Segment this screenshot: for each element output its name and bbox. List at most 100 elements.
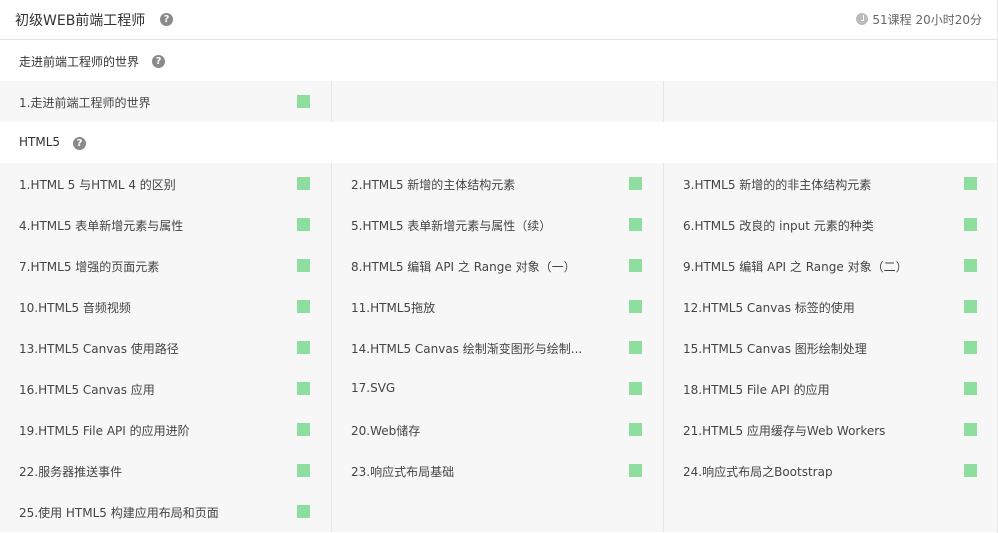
status-square-icon: [297, 505, 310, 518]
lesson-item[interactable]: 22.服务器推送事件: [0, 450, 332, 491]
course-title: 初级WEB前端工程师: [15, 13, 146, 29]
lesson-item[interactable]: 10.HTML5 音频视频: [0, 286, 332, 327]
lesson-title: 3.HTML5 新增的的非主体结构元素: [683, 178, 872, 192]
course-meta: 51课程 20小时20分: [856, 11, 982, 28]
status-square-icon: [297, 95, 310, 108]
lesson-row: 19.HTML5 File API 的应用进阶 20.Web储存 21.HTML5 …: [0, 409, 998, 450]
lesson-title: 5.HTML5 表单新增元素与属性（续）: [351, 219, 552, 233]
lesson-title: 8.HTML5 编辑 API 之 Range 对象（一）: [351, 260, 576, 274]
course-header: 初级WEB前端工程师 ? 51课程 20小时20分: [0, 0, 998, 40]
lesson-item[interactable]: 11.HTML5拖放: [332, 286, 664, 327]
status-square-icon: [629, 300, 642, 313]
lesson-title: 21.HTML5 应用缓存与Web Workers: [683, 424, 886, 438]
question-icon[interactable]: ?: [160, 13, 173, 26]
lesson-item[interactable]: 19.HTML5 File API 的应用进阶: [0, 409, 332, 450]
lesson-item[interactable]: 24.响应式布局之Bootstrap: [664, 450, 998, 491]
lesson-item[interactable]: 18.HTML5 File API 的应用: [664, 368, 998, 409]
lesson-item[interactable]: 7.HTML5 增强的页面元素: [0, 245, 332, 286]
lesson-row: 10.HTML5 音频视频 11.HTML5拖放 12.HTML5 Canvas 标…: [0, 286, 998, 327]
lesson-title: 22.服务器推送事件: [19, 465, 123, 479]
lesson-item[interactable]: 2.HTML5 新增的主体结构元素: [332, 163, 664, 204]
lesson-item[interactable]: 21.HTML5 应用缓存与Web Workers: [664, 409, 998, 450]
status-square-icon: [629, 218, 642, 231]
lesson-row: 25.使用 HTML5 构建应用布局和页面: [0, 491, 998, 532]
status-square-icon: [629, 341, 642, 354]
chapter-title: 走进前端工程师的世界: [19, 55, 140, 69]
status-square-icon: [297, 464, 310, 477]
lesson-item[interactable]: 1.HTML 5 与HTML 4 的区别: [0, 163, 332, 204]
empty-cell: [664, 81, 998, 122]
lesson-title: 18.HTML5 File API 的应用: [683, 383, 830, 397]
clock-icon: [856, 13, 869, 25]
lesson-title: 14.HTML5 Canvas 绘制渐变图形与绘制...: [351, 342, 583, 356]
lesson-title: 2.HTML5 新增的主体结构元素: [351, 178, 516, 192]
status-square-icon: [297, 341, 310, 354]
status-square-icon: [964, 177, 977, 190]
status-square-icon: [964, 341, 977, 354]
chapter-title: HTML5: [19, 135, 61, 149]
lesson-item[interactable]: 9.HTML5 编辑 API 之 Range 对象（二）: [664, 245, 998, 286]
empty-cell: [664, 491, 998, 532]
chapter-header: HTML5?: [0, 122, 998, 163]
lesson-row: 4.HTML5 表单新增元素与属性 5.HTML5 表单新增元素与属性（续） 6.H…: [0, 204, 998, 245]
lesson-item[interactable]: 1.走进前端工程师的世界: [0, 81, 332, 122]
lesson-title: 24.响应式布局之Bootstrap: [683, 465, 833, 479]
lesson-item[interactable]: 5.HTML5 表单新增元素与属性（续）: [332, 204, 664, 245]
empty-cell: [332, 81, 664, 122]
status-square-icon: [964, 218, 977, 231]
status-square-icon: [629, 382, 642, 395]
lesson-row: 16.HTML5 Canvas 应用 17.SVG 18.HTML5 File AP…: [0, 368, 998, 409]
chapter-list: 走进前端工程师的世界? 1.走进前端工程师的世界 HTML5? 1.HTML 5 与H…: [0, 40, 998, 532]
lesson-row: 22.服务器推送事件 23.响应式布局基础 24.响应式布局之Bootstrap: [0, 450, 998, 491]
lesson-item[interactable]: 12.HTML5 Canvas 标签的使用: [664, 286, 998, 327]
lesson-title: 19.HTML5 File API 的应用进阶: [19, 424, 190, 438]
lesson-item[interactable]: 6.HTML5 改良的 input 元素的种类: [664, 204, 998, 245]
status-square-icon: [297, 382, 310, 395]
lesson-item[interactable]: 17.SVG: [332, 368, 664, 409]
lesson-title: 20.Web储存: [351, 424, 421, 438]
lesson-title: 7.HTML5 增强的页面元素: [19, 260, 160, 274]
status-square-icon: [964, 259, 977, 272]
lesson-row: 1.走进前端工程师的世界: [0, 81, 998, 122]
lesson-title: 10.HTML5 音频视频: [19, 301, 131, 315]
lesson-item[interactable]: 8.HTML5 编辑 API 之 Range 对象（一）: [332, 245, 664, 286]
lesson-title: 6.HTML5 改良的 input 元素的种类: [683, 219, 874, 233]
empty-cell: [332, 491, 664, 532]
lesson-title: 1.HTML 5 与HTML 4 的区别: [19, 178, 176, 192]
status-square-icon: [629, 423, 642, 436]
lesson-item[interactable]: 4.HTML5 表单新增元素与属性: [0, 204, 332, 245]
status-square-icon: [297, 218, 310, 231]
status-square-icon: [964, 300, 977, 313]
status-square-icon: [964, 464, 977, 477]
question-icon[interactable]: ?: [73, 137, 86, 150]
status-square-icon: [629, 464, 642, 477]
lesson-row: 7.HTML5 增强的页面元素 8.HTML5 编辑 API 之 Range 对象…: [0, 245, 998, 286]
status-square-icon: [964, 423, 977, 436]
lesson-item[interactable]: 16.HTML5 Canvas 应用: [0, 368, 332, 409]
lesson-title: 23.响应式布局基础: [351, 465, 455, 479]
lesson-title: 13.HTML5 Canvas 使用路径: [19, 342, 179, 356]
lesson-title: 17.SVG: [351, 381, 396, 395]
lesson-item[interactable]: 20.Web储存: [332, 409, 664, 450]
chapter-header: 走进前端工程师的世界?: [0, 40, 998, 81]
status-square-icon: [629, 177, 642, 190]
lesson-item[interactable]: 3.HTML5 新增的的非主体结构元素: [664, 163, 998, 204]
status-square-icon: [629, 259, 642, 272]
lesson-row: 13.HTML5 Canvas 使用路径 14.HTML5 Canvas 绘制渐变…: [0, 327, 998, 368]
lesson-item[interactable]: 25.使用 HTML5 构建应用布局和页面: [0, 491, 332, 532]
lesson-title: 9.HTML5 编辑 API 之 Range 对象（二）: [683, 260, 908, 274]
lesson-row: 1.HTML 5 与HTML 4 的区别 2.HTML5 新增的主体结构元素 3.H…: [0, 163, 998, 204]
lesson-title: 25.使用 HTML5 构建应用布局和页面: [19, 506, 219, 520]
lesson-item[interactable]: 14.HTML5 Canvas 绘制渐变图形与绘制...: [332, 327, 664, 368]
lesson-title: 1.走进前端工程师的世界: [19, 96, 151, 110]
status-square-icon: [297, 423, 310, 436]
status-square-icon: [297, 300, 310, 313]
lesson-item[interactable]: 23.响应式布局基础: [332, 450, 664, 491]
lesson-item[interactable]: 15.HTML5 Canvas 图形绘制处理: [664, 327, 998, 368]
status-square-icon: [964, 382, 977, 395]
question-icon[interactable]: ?: [152, 55, 165, 68]
lesson-title: 16.HTML5 Canvas 应用: [19, 383, 155, 397]
status-square-icon: [297, 177, 310, 190]
course-meta-text: 51课程 20小时20分: [872, 13, 982, 27]
lesson-item[interactable]: 13.HTML5 Canvas 使用路径: [0, 327, 332, 368]
